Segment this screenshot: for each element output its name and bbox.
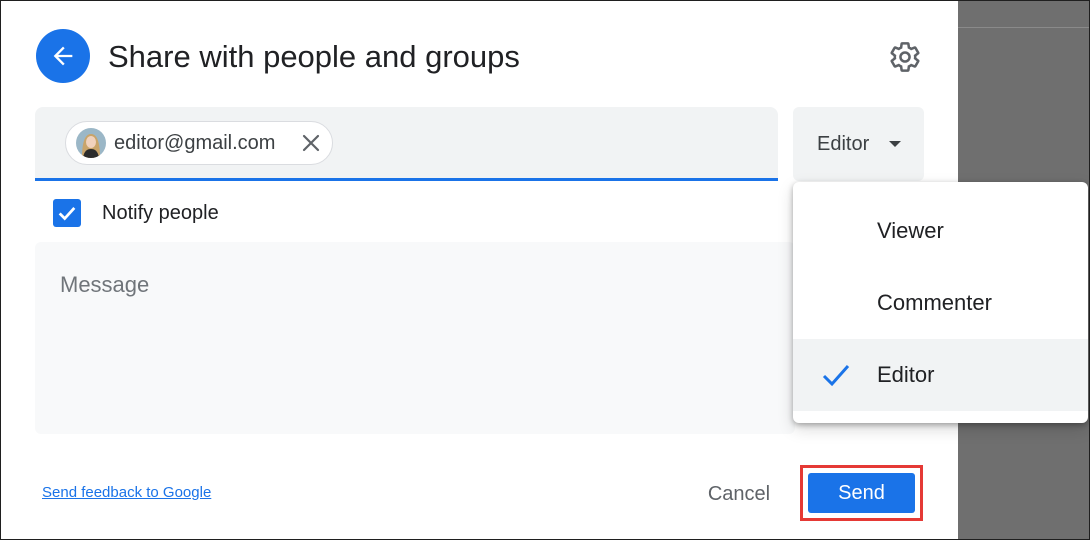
notify-checkbox[interactable] xyxy=(53,199,81,227)
backdrop-divider xyxy=(958,27,1089,28)
dialog-title: Share with people and groups xyxy=(108,39,520,74)
screen: Share with people and groups editor@gmai… xyxy=(0,0,1090,540)
recipient-chip[interactable]: editor@gmail.com xyxy=(65,121,333,165)
cancel-button[interactable]: Cancel xyxy=(689,472,789,516)
role-dropdown-label: Editor xyxy=(817,132,870,155)
message-textarea[interactable]: Message xyxy=(35,242,795,434)
menu-item-label: Commenter xyxy=(877,290,992,315)
close-icon xyxy=(302,134,320,152)
checkmark-icon xyxy=(58,207,76,221)
recipients-field[interactable]: editor@gmail.com xyxy=(35,107,778,181)
caret-down-icon xyxy=(889,141,902,147)
notify-label: Notify people xyxy=(102,202,219,224)
role-dropdown[interactable]: Editor xyxy=(793,107,924,181)
menu-item-label: Viewer xyxy=(877,218,944,243)
role-menu: Viewer Commenter Editor xyxy=(793,182,1088,423)
gear-icon xyxy=(890,42,920,72)
arrow-left-icon xyxy=(53,46,73,66)
menu-item-label: Editor xyxy=(877,362,935,387)
avatar xyxy=(76,128,106,158)
send-feedback-link[interactable]: Send feedback to Google xyxy=(42,484,211,501)
settings-button[interactable] xyxy=(886,38,924,76)
send-highlight-box: Send xyxy=(800,465,923,521)
menu-item-commenter[interactable]: Commenter xyxy=(793,267,1088,339)
back-button[interactable] xyxy=(36,29,90,83)
menu-item-editor[interactable]: Editor xyxy=(793,339,1088,411)
message-placeholder: Message xyxy=(60,272,150,297)
menu-item-viewer[interactable]: Viewer xyxy=(793,195,1088,267)
recipient-email: editor@gmail.com xyxy=(114,131,276,154)
send-button[interactable]: Send xyxy=(808,473,915,513)
check-icon xyxy=(822,365,850,387)
remove-recipient-button[interactable] xyxy=(300,132,322,154)
